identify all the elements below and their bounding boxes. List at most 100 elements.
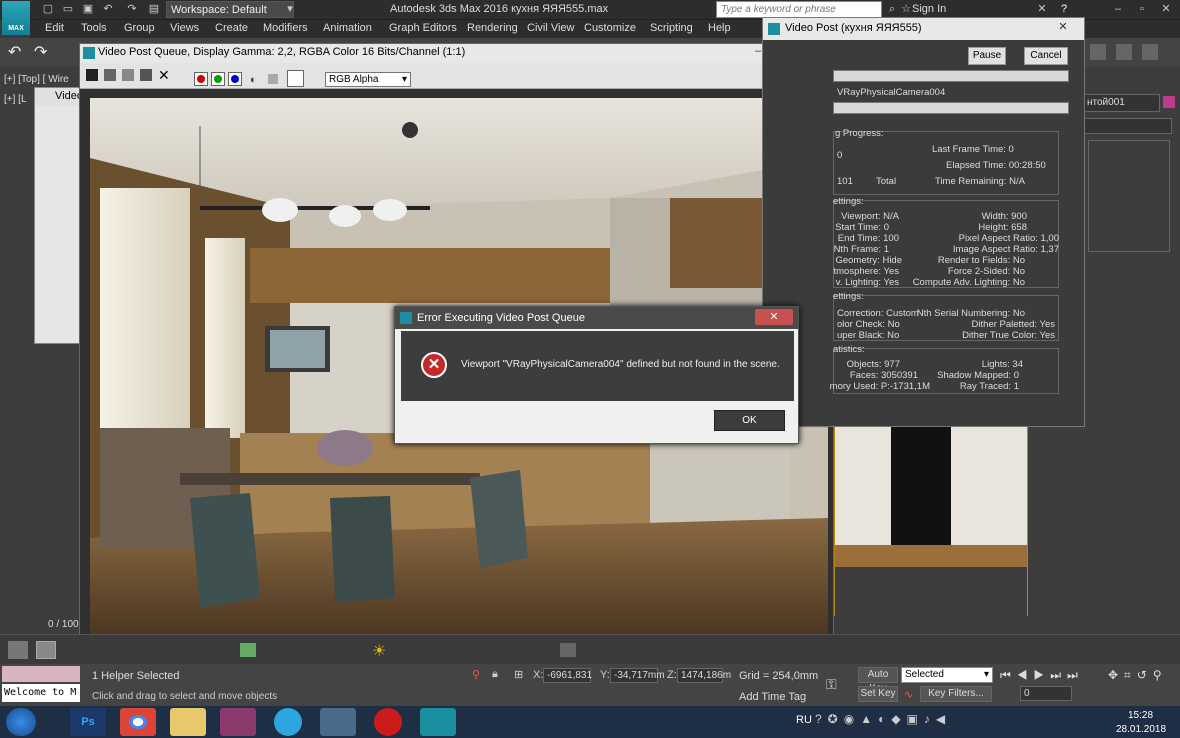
green-channel-button[interactable] [211, 72, 225, 86]
viewport-label-2[interactable]: [+] [L [4, 94, 27, 105]
exchange-icon[interactable]: ✕ [1034, 2, 1050, 17]
current-frame-field[interactable]: 0 [1020, 686, 1072, 701]
render-setup-icon[interactable] [1142, 44, 1158, 60]
3dsmax-taskbar-icon[interactable] [420, 708, 456, 736]
render-teapot-icon[interactable] [1090, 44, 1106, 60]
teapot-icon[interactable] [8, 641, 28, 659]
modifier-stack[interactable] [1088, 140, 1170, 252]
progress-bar-2 [833, 102, 1069, 114]
alpha-icon[interactable]: ◐ [250, 74, 257, 86]
menu-customize[interactable]: Customize [584, 22, 636, 34]
cancel-button[interactable]: Cancel [1024, 47, 1068, 65]
maximize-icon[interactable]: ▫ [1134, 2, 1150, 17]
pause-button[interactable]: Pause [968, 47, 1006, 65]
chevron-down-icon[interactable]: ▾ [282, 2, 298, 17]
minimize-icon[interactable]: – [1110, 2, 1126, 17]
z-coordinate-field[interactable]: 1474,186m [677, 668, 731, 683]
redo-icon[interactable]: ↷ [124, 2, 140, 17]
light-icon[interactable]: ☀ [372, 641, 386, 661]
chrome-icon[interactable] [120, 708, 156, 736]
curve-icon[interactable]: ∿ [904, 688, 913, 701]
menu-group[interactable]: Group [124, 22, 155, 34]
maxscript-input[interactable]: Welcome to M [2, 684, 80, 702]
copy-image-icon[interactable] [122, 69, 134, 81]
maxscript-listener[interactable] [2, 666, 80, 682]
winrar-icon[interactable] [220, 708, 256, 736]
modifier-list-dropdown[interactable] [1084, 118, 1172, 134]
vp-title: Video Post (кухня ЯЯЯ555) [763, 18, 1084, 40]
y-coordinate-field[interactable]: -34,717mm [610, 668, 665, 683]
lock-icon[interactable]: 🔒︎ [492, 668, 498, 681]
nav-controls[interactable]: ✥⌗↺⚲ [1108, 668, 1168, 683]
photoshop-icon[interactable]: Ps [70, 708, 106, 736]
color-swatch[interactable] [287, 70, 304, 87]
telegram-icon[interactable] [274, 708, 302, 736]
add-time-tag-button[interactable]: Add Time Tag [739, 691, 806, 703]
clear-icon[interactable]: ✕ [158, 67, 170, 84]
open-file-icon[interactable]: ▭ [60, 2, 76, 17]
menu-help[interactable]: Help [708, 22, 731, 34]
close-icon[interactable]: ✕ [755, 309, 793, 325]
material-editor-icon[interactable] [36, 641, 56, 659]
mono-icon[interactable] [268, 74, 278, 84]
render-frame-icon[interactable] [1116, 44, 1132, 60]
x-coordinate-field[interactable]: -6961,831 [543, 668, 592, 683]
transform-mode-icon[interactable]: ⊞ [514, 668, 523, 681]
app-logo[interactable]: MAX [2, 1, 30, 35]
menu-views[interactable]: Views [170, 22, 199, 34]
menu-tools[interactable]: Tools [81, 22, 107, 34]
elapsed-time: Elapsed Time: 00:28:50 [946, 160, 1046, 171]
search-input[interactable]: Type a keyword or phrase [716, 1, 882, 18]
blue-channel-button[interactable] [228, 72, 242, 86]
clock-time[interactable]: 15:28 [1128, 710, 1153, 721]
red-channel-button[interactable] [194, 72, 208, 86]
explorer-icon[interactable] [170, 708, 206, 736]
create-icon[interactable] [240, 643, 256, 657]
menu-animation[interactable]: Animation [323, 22, 372, 34]
menu-graph-editors[interactable]: Graph Editors [389, 22, 457, 34]
tray-icons[interactable]: ?✪◉▲◐◆▣♪◀ [815, 712, 951, 726]
pin-icon[interactable]: ⚲ [472, 668, 480, 681]
menu-rendering[interactable]: Rendering [467, 22, 518, 34]
menu-scripting[interactable]: Scripting [650, 22, 693, 34]
helper-icon[interactable] [560, 643, 576, 657]
close-icon[interactable]: ✕ [1158, 2, 1174, 17]
video-post-dialog[interactable]: Video Post (кухня ЯЯЯ555) ✕ Pause Cancel… [762, 17, 1085, 427]
new-file-icon[interactable]: ▢ [40, 2, 56, 17]
workspace-dropdown[interactable]: Workspace: Default [166, 1, 294, 18]
object-color-swatch[interactable] [1163, 96, 1175, 108]
language-indicator[interactable]: RU [796, 714, 812, 726]
clock-date[interactable]: 28.01.2018 [1116, 724, 1166, 735]
error-dialog[interactable]: Error Executing Video Post Queue ✕ ✕ Vie… [394, 306, 799, 444]
start-button[interactable] [6, 708, 36, 736]
save-image-icon[interactable] [86, 69, 98, 81]
photos-icon[interactable] [320, 708, 356, 736]
video-small-window[interactable]: Video [34, 87, 84, 344]
green-dot-icon [214, 75, 222, 83]
close-icon[interactable]: ✕ [1045, 20, 1081, 37]
channel-dropdown[interactable]: RGB Alpha ▾ [325, 72, 411, 87]
save-file-icon[interactable]: ▣ [80, 2, 96, 17]
undo-icon[interactable]: ↶ [8, 42, 21, 62]
print-icon[interactable] [140, 69, 152, 81]
project-folder-icon[interactable]: ▤ [146, 2, 162, 17]
menu-modifiers[interactable]: Modifiers [263, 22, 308, 34]
menu-edit[interactable]: Edit [45, 22, 64, 34]
ok-button[interactable]: OK [714, 410, 785, 431]
playback-controls[interactable]: ⏮◀▶⏭⏭ [1000, 668, 1084, 683]
auto-key-button[interactable]: Auto Key [858, 667, 898, 694]
key-filters-button[interactable]: Key Filters... [920, 686, 992, 702]
menu-create[interactable]: Create [215, 22, 248, 34]
viewport-label[interactable]: [+] [Top] [ Wire [4, 74, 69, 85]
redo-icon[interactable]: ↷ [34, 42, 47, 62]
menu-civil-view[interactable]: Civil View [527, 22, 574, 34]
undo-icon[interactable]: ↶ [100, 2, 116, 17]
clone-window-icon[interactable] [104, 69, 116, 81]
opera-icon[interactable] [374, 708, 402, 736]
object-name-field[interactable]: нтой001 [1084, 94, 1160, 112]
set-key-button[interactable]: Set Key [858, 686, 898, 702]
sign-in-link[interactable]: Sign In [912, 3, 946, 15]
help-icon[interactable]: ? [1056, 2, 1072, 17]
key-icon[interactable]: ⚿ [826, 676, 837, 693]
key-mode-dropdown[interactable]: Selected ▾ [901, 667, 993, 683]
